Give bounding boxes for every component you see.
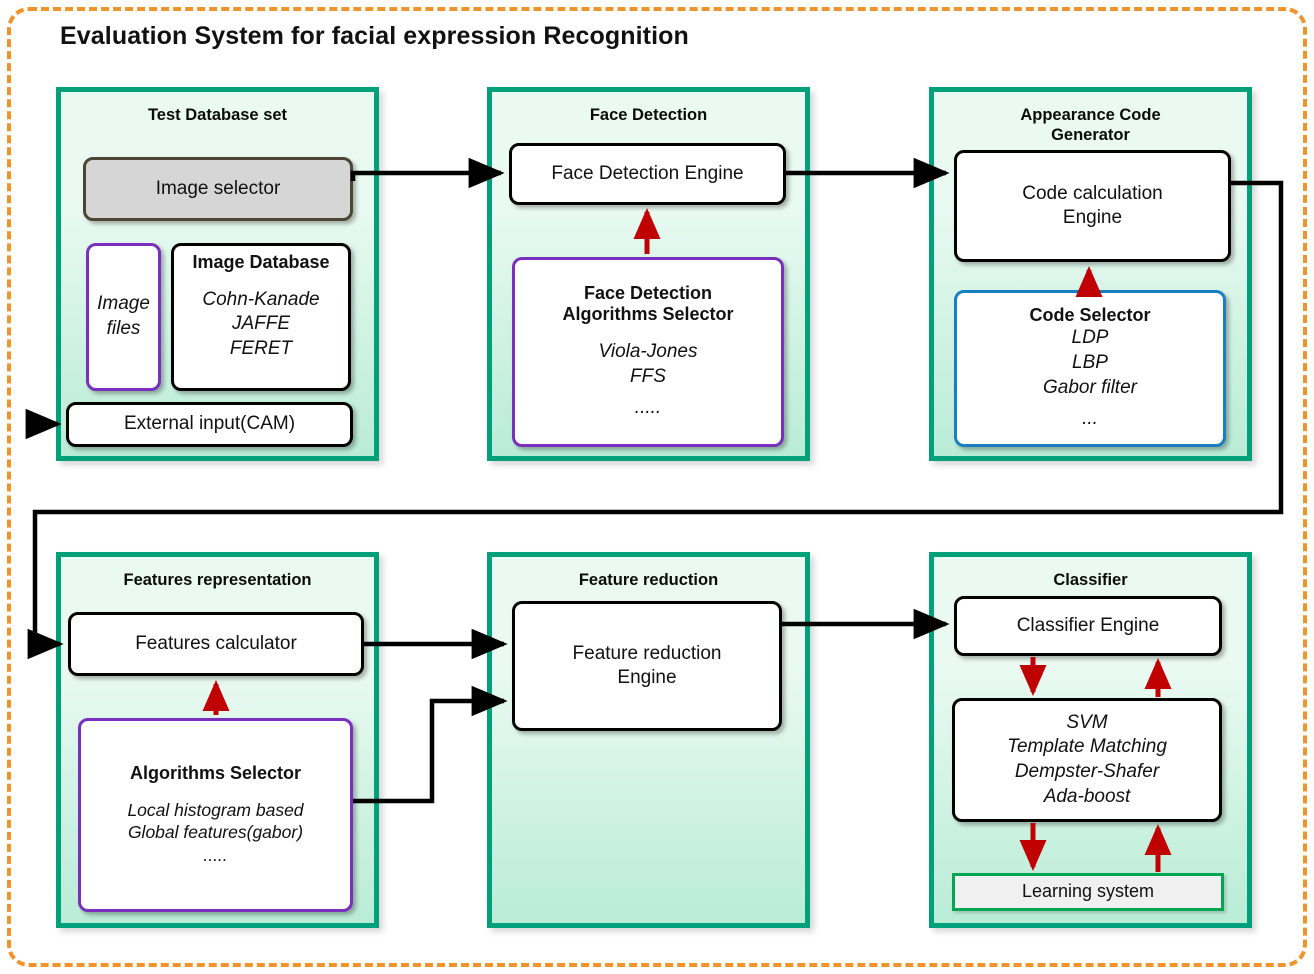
code-selector-box[interactable]: Code Selector LDP LBP Gabor filter ... (954, 290, 1226, 447)
image-files-box[interactable]: Image files (86, 243, 161, 391)
features-calculator-label: Features calculator (135, 632, 297, 654)
fred-engine-line2: Engine (617, 667, 677, 688)
classifier-method: SVM (1066, 711, 1108, 733)
classifier-engine-label: Classifier Engine (1016, 614, 1160, 636)
fd-selector-heading-line2: Algorithms Selector (562, 304, 734, 325)
classifier-method: Template Matching (1007, 736, 1167, 758)
fd-selector-item: FFS (630, 365, 666, 387)
panel-title-test-database-set: Test Database set (147, 106, 288, 124)
external-input-box[interactable]: External input(CAM) (66, 402, 353, 447)
image-database-item: Cohn-Kanade (202, 288, 320, 310)
classifier-method: Dempster-Shafer (1014, 761, 1160, 782)
image-files-label-line2: files (106, 318, 141, 339)
image-database-heading: Image Database (192, 252, 330, 272)
fr-selector-item: Local histogram based (127, 799, 304, 820)
classifier-methods-box[interactable]: SVM Template Matching Dempster-Shafer Ad… (952, 698, 1222, 822)
fd-selector-item: ..... (634, 397, 662, 419)
panel-title-features-representation: Features representation (123, 571, 312, 589)
code-selector-item: LBP (1072, 352, 1108, 374)
image-selector-box[interactable]: Image selector (83, 157, 353, 221)
fd-selector-heading-line1: Face Detection (583, 282, 713, 303)
panel-title-classifier: Classifier (1053, 571, 1128, 589)
code-calculation-engine-box[interactable]: Code calculation Engine (954, 150, 1231, 262)
fr-selector-item: ..... (203, 845, 228, 866)
classifier-method: Ada-boost (1043, 785, 1131, 807)
face-detection-algorithms-selector-box[interactable]: Face Detection Algorithms Selector Viola… (512, 257, 784, 447)
features-algorithms-selector-box[interactable]: Algorithms Selector Local histogram base… (78, 718, 353, 912)
page-title: Evaluation System for facial expression … (60, 22, 689, 50)
fred-engine-line1: Feature reduction (572, 642, 722, 664)
acg-title-line2: Generator (1051, 126, 1130, 145)
fr-selector-item: Global features(gabor) (127, 822, 304, 843)
code-selector-item: Gabor filter (1043, 376, 1137, 398)
code-selector-item: ... (1082, 408, 1098, 430)
feature-reduction-engine-box[interactable]: Feature reduction Engine (512, 601, 782, 731)
panel-title-feature-reduction: Feature reduction (578, 571, 719, 589)
learning-system-label: Learning system (1021, 881, 1155, 902)
code-selector-item: LDP (1071, 327, 1109, 349)
code-selector-heading: Code Selector (1029, 304, 1151, 325)
face-detection-engine-box[interactable]: Face Detection Engine (509, 143, 786, 205)
diagram-root: Evaluation System for facial expression … (0, 0, 1314, 974)
learning-system-box[interactable]: Learning system (952, 873, 1224, 911)
fr-selector-heading: Algorithms Selector (129, 763, 302, 784)
external-input-label: External input(CAM) (123, 413, 296, 435)
panel-title-face-detection: Face Detection (589, 106, 708, 124)
fd-selector-item: Viola-Jones (598, 341, 698, 363)
image-files-label-line1: Image (97, 293, 150, 315)
acg-title-line1: Appearance Code (1020, 106, 1161, 124)
image-database-box[interactable]: Image Database Cohn-Kanade JAFFE FERET (171, 243, 351, 391)
face-detection-engine-label: Face Detection Engine (551, 162, 744, 184)
image-database-item: FERET (229, 337, 293, 359)
image-database-item: JAFFE (231, 313, 291, 335)
code-calc-engine-line2: Engine (1062, 207, 1123, 228)
features-calculator-box[interactable]: Features calculator (68, 612, 364, 676)
image-selector-label: Image selector (155, 177, 281, 199)
code-calc-engine-line1: Code calculation (1022, 182, 1163, 204)
panel-title-appearance-code-generator: Appearance Code Generator (934, 105, 1247, 145)
classifier-engine-box[interactable]: Classifier Engine (954, 596, 1222, 656)
